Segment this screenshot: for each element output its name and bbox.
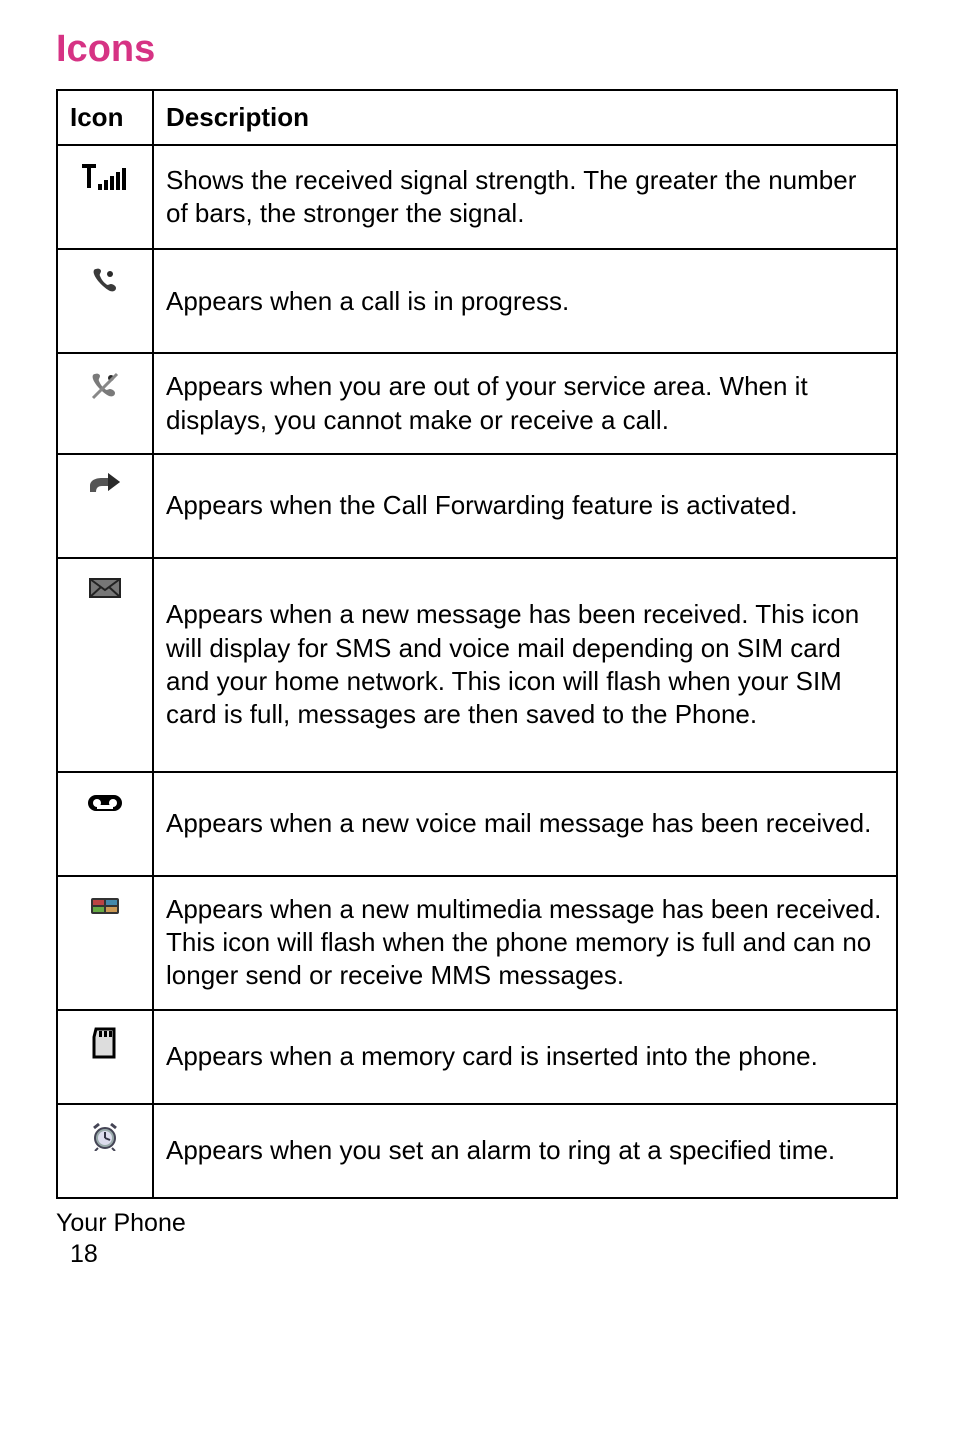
description-cell: Appears when a new voice mail message ha…: [153, 772, 897, 876]
icon-cell: [57, 353, 153, 454]
description-cell: Appears when you set an alarm to ring at…: [153, 1104, 897, 1198]
icon-cell: [57, 454, 153, 558]
header-description: Description: [153, 90, 897, 145]
icon-cell: [57, 145, 153, 249]
table-row: Appears when a call is in progress.: [57, 249, 897, 353]
icon-cell: [57, 1010, 153, 1104]
icons-table: Icon Description: [56, 89, 898, 1199]
description-cell: Appears when the Call Forwarding feature…: [153, 454, 897, 558]
description-text: Appears when a new message has been rece…: [166, 575, 884, 755]
description-cell: Appears when a call is in progress.: [153, 249, 897, 353]
description-text: Appears when a new multimedia message ha…: [166, 893, 884, 993]
icon-cell: [57, 558, 153, 772]
description-text: Appears when you are out of your service…: [166, 370, 884, 437]
description-text: Appears when the Call Forwarding feature…: [166, 471, 884, 541]
table-header-row: Icon Description: [57, 90, 897, 145]
table-row: Appears when you set an alarm to ring at…: [57, 1104, 897, 1198]
icon-cell: [57, 249, 153, 353]
table-row: Appears when a new voice mail message ha…: [57, 772, 897, 876]
table-row: Appears when a new multimedia message ha…: [57, 876, 897, 1010]
description-text: Appears when a new voice mail message ha…: [166, 789, 884, 859]
description-cell: Appears when you are out of your service…: [153, 353, 897, 454]
header-icon: Icon: [57, 90, 153, 145]
icon-cell: [57, 876, 153, 1010]
table-row: Appears when you are out of your service…: [57, 353, 897, 454]
description-text: Appears when a call is in progress.: [166, 266, 884, 336]
call-forwarding-icon: [88, 472, 122, 496]
table-row: Appears when a memory card is inserted i…: [57, 1010, 897, 1104]
description-cell: Appears when a memory card is inserted i…: [153, 1010, 897, 1104]
call-in-progress-icon: [90, 266, 120, 296]
description-cell: Appears when a new message has been rece…: [153, 558, 897, 772]
table-row: Appears when the Call Forwarding feature…: [57, 454, 897, 558]
description-text: Appears when you set an alarm to ring at…: [166, 1121, 884, 1181]
signal-strength-icon: [82, 162, 128, 196]
memory-card-icon: [90, 1027, 120, 1061]
icon-cell: [57, 1104, 153, 1198]
description-cell: Shows the received signal strength. The …: [153, 145, 897, 249]
footer-page-number: 18: [70, 1240, 898, 1269]
voice-mail-icon: [87, 792, 123, 814]
page: Icons Icon Description: [0, 0, 954, 1289]
description-text: Appears when a memory card is inserted i…: [166, 1027, 884, 1087]
table-row: Shows the received signal strength. The …: [57, 145, 897, 249]
no-service-icon: [89, 370, 121, 402]
table-row: Appears when a new message has been rece…: [57, 558, 897, 772]
page-footer: Your Phone 18: [56, 1209, 898, 1269]
page-heading: Icons: [56, 28, 898, 71]
description-text: Shows the received signal strength. The …: [166, 162, 884, 232]
icon-cell: [57, 772, 153, 876]
footer-section: Your Phone: [56, 1209, 898, 1238]
alarm-icon: [90, 1121, 120, 1151]
new-message-icon: [88, 576, 122, 600]
multimedia-message-icon: [89, 894, 121, 918]
description-cell: Appears when a new multimedia message ha…: [153, 876, 897, 1010]
